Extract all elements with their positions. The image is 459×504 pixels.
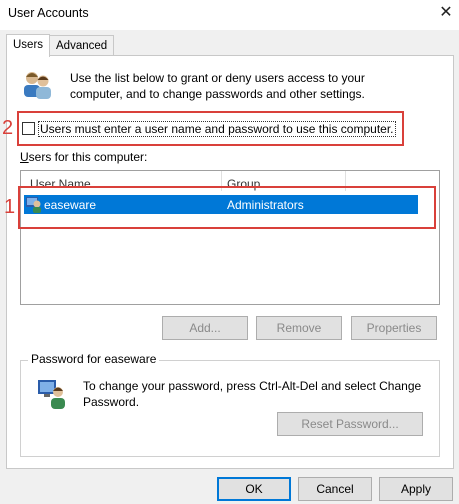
tab-users[interactable]: Users (6, 34, 51, 57)
annotation-label-2: 2 (2, 117, 14, 139)
require-login-label[interactable]: Users must enter a user name and passwor… (38, 121, 396, 137)
password-instructions: To change your password, press Ctrl-Alt-… (83, 379, 422, 409)
computer-user-icon (38, 380, 65, 409)
annotation-box-1 (18, 186, 436, 229)
users-icon (24, 72, 51, 99)
close-icon[interactable]: ✕ (436, 2, 456, 24)
properties-button[interactable]: Properties (351, 316, 437, 340)
ok-button[interactable]: OK (217, 477, 291, 501)
tab-advanced[interactable]: Advanced (49, 35, 115, 56)
remove-button[interactable]: Remove (256, 316, 342, 340)
users-list-label-text: sers for this computer: (28, 150, 148, 164)
password-group-title: Password for easeware (28, 352, 160, 366)
reset-password-button[interactable]: Reset Password... (277, 412, 423, 436)
access-key-u: U (20, 150, 29, 164)
apply-button[interactable]: Apply (379, 477, 453, 501)
users-list-label: Users for this computer: (20, 150, 147, 164)
require-login-checkbox[interactable] (22, 122, 35, 135)
window-title: User Accounts (8, 6, 89, 20)
add-button[interactable]: Add... (162, 316, 248, 340)
intro-text: Use the list below to grant or deny user… (70, 71, 365, 101)
cancel-button[interactable]: Cancel (298, 477, 372, 501)
annotation-label-1: 1 (4, 196, 16, 218)
